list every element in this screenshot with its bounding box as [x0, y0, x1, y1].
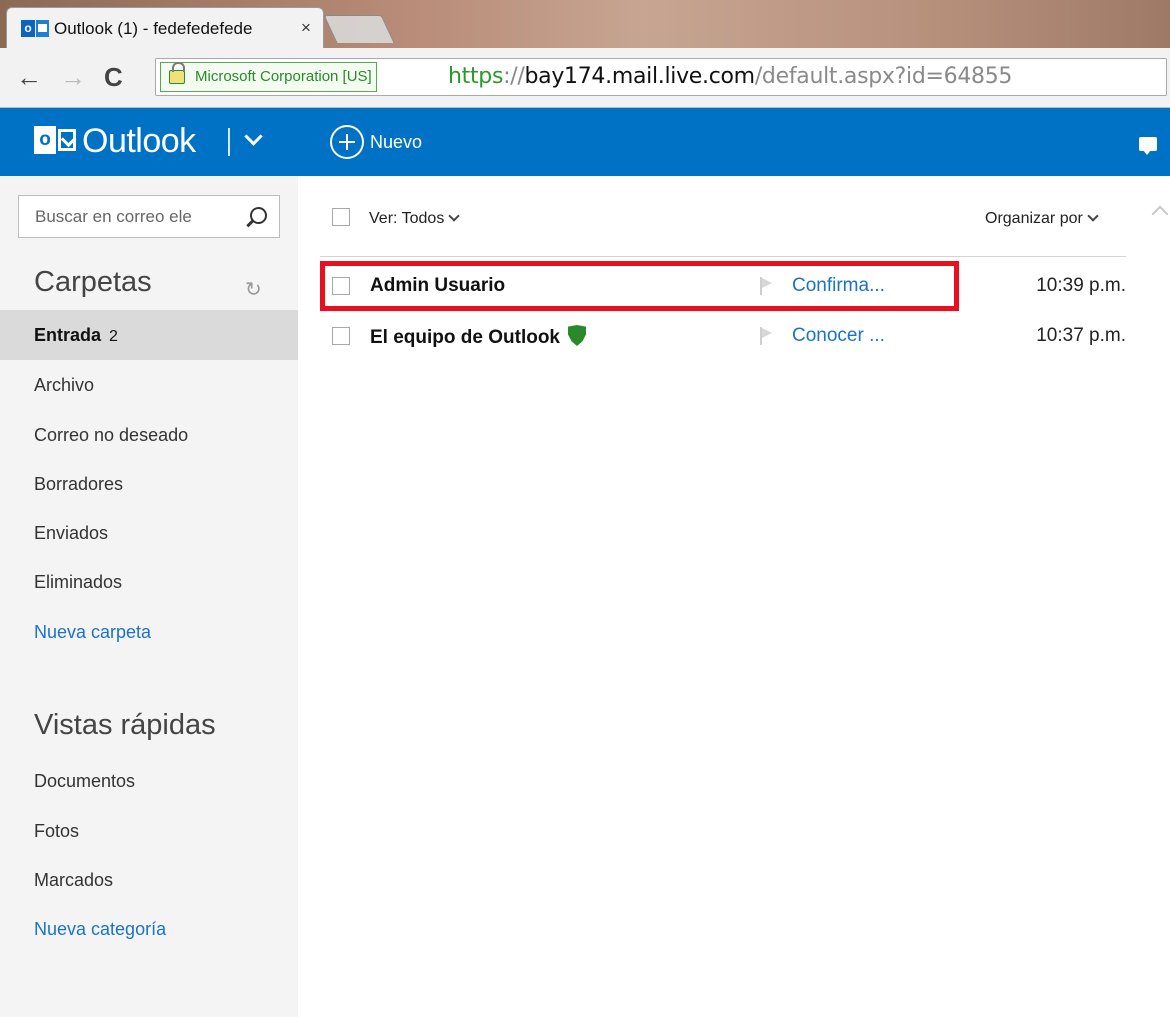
sidebar-item-entrada[interactable]: Entrada 2	[0, 310, 298, 360]
sidebar-item-documentos[interactable]: Documentos	[0, 756, 298, 806]
browser-tab-strip: o Outlook (1) - fedefedefede ×	[0, 0, 1170, 48]
select-all-checkbox[interactable]	[332, 208, 350, 226]
folders-heading: Carpetas	[34, 266, 152, 298]
app-menu-chevron-icon[interactable]	[244, 129, 262, 147]
chevron-down-icon	[448, 210, 460, 222]
message-time: 10:37 p.m.	[1036, 325, 1126, 346]
message-subject: Conocer ...	[792, 325, 885, 346]
back-arrow-icon[interactable]: ←	[16, 64, 42, 90]
quick-views-heading: Vistas rápidas	[34, 709, 216, 741]
message-sender: El equipo de Outlook	[370, 327, 560, 348]
sort-dropdown[interactable]: Organizar por	[985, 210, 1099, 228]
sidebar-item-enviados[interactable]: Enviados	[0, 508, 298, 558]
address-bar[interactable]: Microsoft Corporation [US] https://bay17…	[155, 58, 1167, 96]
url-path: /default.aspx?id=64855	[754, 64, 1013, 89]
new-category-link[interactable]: Nueva categoría	[0, 904, 298, 954]
new-message-label: Nuevo	[370, 131, 423, 152]
search-input[interactable]	[19, 196, 241, 237]
new-tab-button[interactable]	[323, 15, 395, 43]
view-filter-dropdown[interactable]: Ver: Todos	[369, 210, 460, 228]
outlook-favicon-icon: o	[21, 20, 49, 37]
flag-icon[interactable]	[760, 327, 774, 345]
url-separator: ://	[503, 64, 525, 89]
logo-letter: o	[34, 126, 56, 154]
message-checkbox[interactable]	[332, 327, 350, 345]
highlight-annotation-box	[320, 261, 959, 311]
search-box[interactable]	[18, 195, 280, 238]
favicon-letter: o	[21, 20, 35, 37]
ev-certificate-label: Microsoft Corporation [US]	[195, 68, 372, 85]
logo-envelope-icon	[58, 129, 76, 151]
chevron-down-icon	[1087, 210, 1099, 222]
tab-close-icon[interactable]: ×	[301, 18, 311, 38]
brand-title[interactable]: Outlook	[82, 121, 196, 161]
message-row[interactable]: El equipo de Outlook Conocer ... 10:37 p…	[320, 313, 1126, 359]
list-divider	[320, 256, 1126, 257]
scroll-up-icon[interactable]	[1151, 205, 1169, 223]
outlook-header: o Outlook Nuevo	[0, 108, 1170, 176]
refresh-icon[interactable]: ↻	[245, 277, 262, 302]
header-divider	[228, 128, 230, 156]
sidebar-item-correo-no-deseado[interactable]: Correo no deseado	[0, 410, 298, 460]
sidebar-item-eliminados[interactable]: Eliminados	[0, 557, 298, 607]
view-filter-label: Ver: Todos	[369, 210, 445, 227]
envelope-icon	[36, 20, 49, 37]
sidebar-item-archivo[interactable]: Archivo	[0, 360, 298, 410]
url-scheme: https	[448, 64, 504, 89]
lock-icon	[169, 62, 185, 84]
message-time: 10:39 p.m.	[1036, 275, 1126, 296]
url-host: bay174.mail.live.com	[524, 64, 755, 89]
ev-certificate-badge[interactable]: Microsoft Corporation [US]	[160, 62, 377, 92]
sidebar-item-borradores[interactable]: Borradores	[0, 459, 298, 509]
chat-icon[interactable]	[1139, 137, 1157, 155]
search-icon[interactable]	[245, 207, 267, 229]
tab-title: Outlook (1) - fedefedefede	[54, 19, 253, 38]
new-message-button[interactable]: Nuevo	[330, 125, 422, 159]
forward-arrow-icon[interactable]: →	[60, 64, 86, 90]
outlook-logo-icon[interactable]: o	[34, 122, 76, 158]
browser-tab[interactable]: o Outlook (1) - fedefedefede ×	[6, 7, 324, 48]
message-sender-wrapper: El equipo de Outlook	[370, 325, 586, 349]
sidebar: Carpetas ↻ Entrada 2 Archivo Correo no de…	[0, 176, 298, 1017]
new-folder-link[interactable]: Nueva carpeta	[0, 607, 298, 657]
sort-label: Organizar por	[985, 210, 1083, 227]
plus-circle-icon	[330, 125, 364, 159]
reload-icon[interactable]: C	[104, 64, 123, 90]
browser-toolbar: ← → C Microsoft Corporation [US] https:/…	[0, 48, 1170, 108]
verified-shield-icon	[568, 325, 586, 346]
sidebar-item-fotos[interactable]: Fotos	[0, 806, 298, 856]
url-text[interactable]: https://bay174.mail.live.com/default.asp…	[448, 64, 1012, 89]
sidebar-item-marcados[interactable]: Marcados	[0, 855, 298, 905]
unread-count-badge: 2	[109, 328, 118, 345]
folder-label: Entrada	[34, 325, 102, 345]
